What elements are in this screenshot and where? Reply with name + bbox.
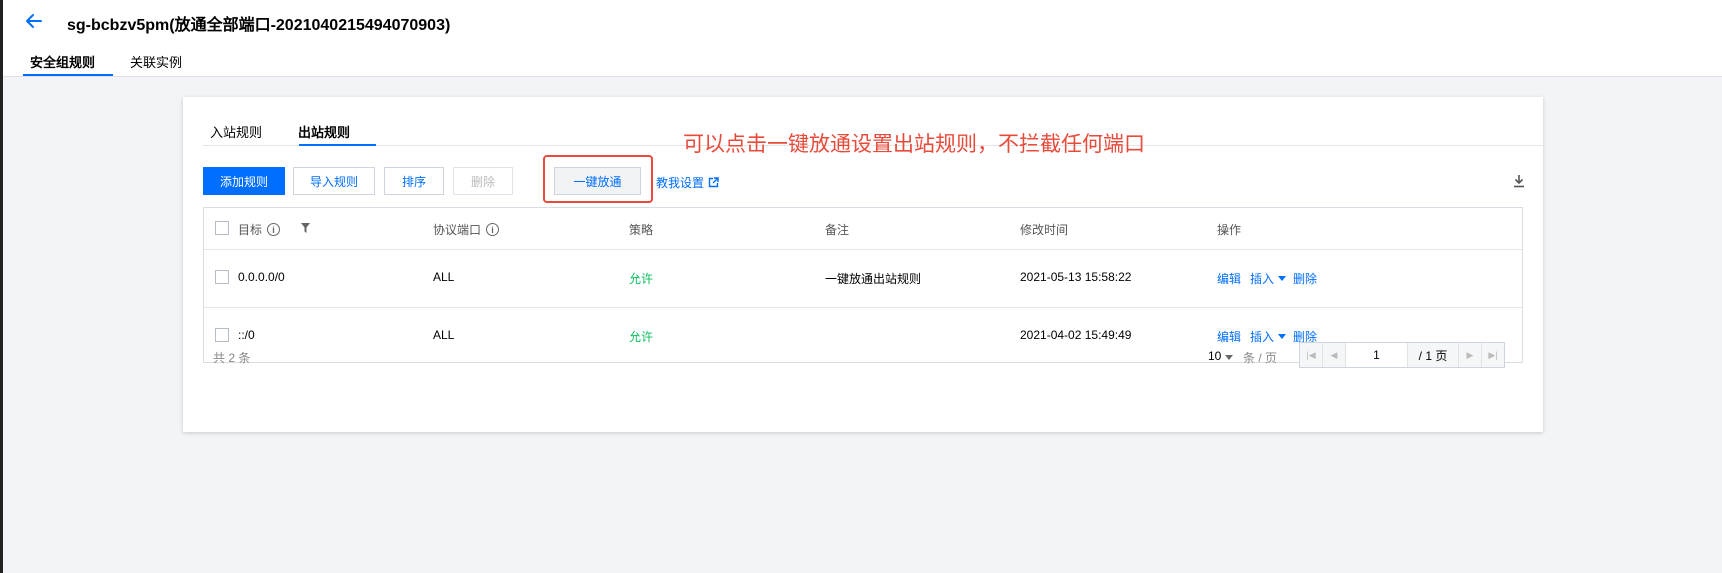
subtab-active-indicator [299, 144, 376, 146]
last-page-icon[interactable]: ▶| [1482, 343, 1504, 367]
external-link-icon [708, 177, 719, 188]
cell-protocol-port: ALL [433, 328, 455, 342]
col-modified: 修改时间 [1020, 223, 1069, 237]
col-target-label: 目标 [238, 223, 263, 237]
back-arrow-icon[interactable] [23, 10, 45, 32]
page-title: sg-bcbzv5pm(放通全部端口-2021040215494070903) [67, 17, 451, 34]
caret-down-icon[interactable] [1278, 334, 1287, 339]
rules-table: 目标 i 协议端口 i 策略 备注 修改时间 操作 0.0.0.0/0 ALL … [203, 207, 1523, 363]
subtab-inbound[interactable]: 入站规则 [210, 122, 262, 141]
total-count: 共 2 条 [213, 351, 251, 365]
col-remark: 备注 [825, 223, 850, 237]
tab-associated-instances[interactable]: 关联实例 [130, 52, 182, 71]
cell-policy: 允许 [629, 272, 654, 286]
total-pages: / 1 页 [1408, 343, 1459, 367]
tab-active-indicator [23, 74, 113, 76]
import-rules-button[interactable]: 导入规则 [293, 167, 375, 195]
left-edge-bar [0, 0, 3, 573]
edit-link[interactable]: 编辑 [1217, 328, 1241, 345]
cell-protocol-port: ALL [433, 270, 455, 284]
tab-security-rules[interactable]: 安全组规则 [30, 52, 95, 71]
pagination: |◀ ◀ / 1 页 ▶ ▶| [1299, 342, 1505, 368]
select-all-checkbox[interactable] [215, 221, 229, 235]
next-page-icon[interactable]: ▶ [1459, 343, 1482, 367]
cell-policy: 允许 [629, 330, 654, 344]
col-actions: 操作 [1217, 223, 1242, 237]
delete-button[interactable]: 删除 [453, 167, 513, 195]
caret-down-icon[interactable] [1278, 276, 1287, 281]
page-size-value: 10 [1208, 349, 1222, 363]
delete-link[interactable]: 删除 [1293, 270, 1317, 287]
filter-icon[interactable] [301, 223, 310, 233]
page-number-input[interactable] [1346, 343, 1408, 367]
insert-link[interactable]: 插入 [1250, 270, 1274, 287]
col-target: 目标 i [238, 221, 281, 238]
one-click-allow-button[interactable]: 一键放通 [554, 167, 641, 195]
sort-button[interactable]: 排序 [384, 167, 444, 195]
table-row: 0.0.0.0/0 ALL 允许 一键放通出站规则 2021-05-13 15:… [204, 249, 1522, 308]
prev-page-icon[interactable]: ◀ [1323, 343, 1346, 367]
first-page-icon[interactable]: |◀ [1300, 343, 1323, 367]
cell-target: 0.0.0.0/0 [238, 270, 285, 284]
cell-remark: 一键放通出站规则 [825, 272, 922, 286]
cell-target: ::/0 [238, 328, 255, 342]
add-rule-button[interactable]: 添加规则 [203, 167, 285, 195]
guide-link-label: 教我设置 [656, 176, 705, 190]
cell-actions: 编辑 插入 删除 [1217, 270, 1317, 287]
col-protocol-port-label: 协议端口 [433, 223, 482, 237]
per-page-label: 条 / 页 [1243, 351, 1278, 365]
cell-modified: 2021-05-13 15:58:22 [1020, 270, 1132, 284]
row-checkbox[interactable] [215, 270, 229, 284]
cell-modified: 2021-04-02 15:49:49 [1020, 328, 1132, 342]
insert-link[interactable]: 插入 [1250, 328, 1274, 345]
page-header: sg-bcbzv5pm(放通全部端口-2021040215494070903) … [3, 0, 1722, 77]
guide-link[interactable]: 教我设置 [656, 174, 719, 191]
page-size-select[interactable]: 10 [1208, 349, 1233, 363]
info-icon[interactable]: i [267, 223, 281, 236]
col-protocol-port: 协议端口 i [433, 221, 500, 238]
download-icon[interactable] [1511, 173, 1527, 189]
subtab-outbound[interactable]: 出站规则 [298, 122, 350, 141]
annotation-text: 可以点击一键放通设置出站规则，不拦截任何端口 [683, 133, 1145, 156]
table-header: 目标 i 协议端口 i 策略 备注 修改时间 操作 [204, 208, 1522, 250]
info-icon[interactable]: i [486, 223, 500, 236]
row-checkbox[interactable] [215, 328, 229, 342]
caret-down-icon [1224, 355, 1233, 360]
edit-link[interactable]: 编辑 [1217, 270, 1241, 287]
col-policy: 策略 [629, 223, 654, 237]
rules-card: 入站规则 出站规则 可以点击一键放通设置出站规则，不拦截任何端口 添加规则 导入… [183, 97, 1543, 432]
